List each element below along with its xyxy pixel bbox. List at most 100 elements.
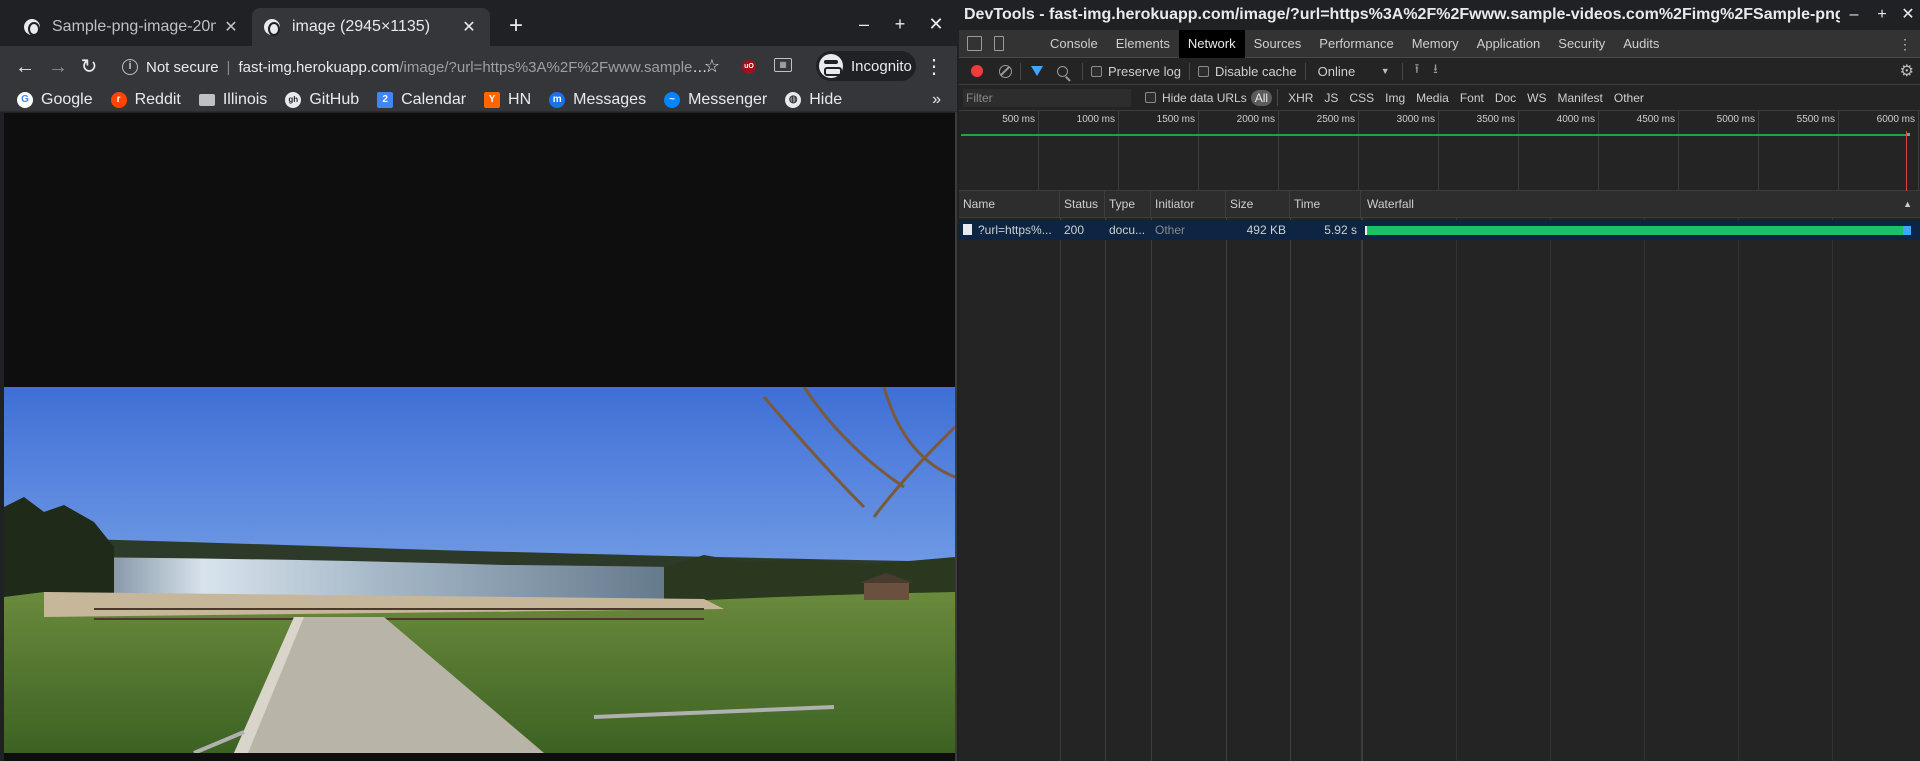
tab-network[interactable]: Network xyxy=(1178,29,1245,58)
column-type[interactable]: Type xyxy=(1105,191,1151,218)
filter-type-img[interactable]: Img xyxy=(1381,90,1409,106)
hide-data-urls-checkbox[interactable]: Hide data URLs xyxy=(1145,91,1247,105)
checkbox-box[interactable] xyxy=(1091,65,1102,77)
import-har-icon[interactable]: ⭱ xyxy=(1415,60,1420,82)
column-status[interactable]: Status xyxy=(1060,191,1105,218)
tab-elements[interactable]: Elements xyxy=(1107,30,1179,58)
bookmark-folder-illinois[interactable]: Illinois xyxy=(198,91,267,109)
minimize-button[interactable]: – xyxy=(846,10,882,38)
filter-type-manifest[interactable]: Manifest xyxy=(1554,90,1607,106)
devtools-maximize-button[interactable]: + xyxy=(1868,0,1896,30)
tab-security[interactable]: Security xyxy=(1549,30,1614,58)
filter-type-font[interactable]: Font xyxy=(1456,90,1488,106)
filter-type-css[interactable]: CSS xyxy=(1345,90,1378,106)
reload-button[interactable]: ↻ xyxy=(75,53,103,81)
bookmark-github[interactable]: gh GitHub xyxy=(285,91,359,109)
column-divider xyxy=(1226,218,1227,761)
request-name: ?url=https%... xyxy=(978,223,1052,237)
tab-sources[interactable]: Sources xyxy=(1245,30,1311,58)
filter-type-media[interactable]: Media xyxy=(1412,90,1453,106)
checkbox-box[interactable] xyxy=(1197,65,1209,77)
overview-load-line xyxy=(961,134,1906,136)
back-button[interactable]: ← xyxy=(11,53,39,81)
messages-icon: m xyxy=(549,91,566,108)
column-waterfall[interactable]: Waterfall ▲ xyxy=(1361,191,1920,218)
settings-gear-icon[interactable]: ⚙ xyxy=(1900,61,1914,81)
toolbar-divider xyxy=(1304,62,1306,80)
checkbox-box[interactable] xyxy=(1145,92,1156,103)
tab-image[interactable]: image (2945×1135) ✕ xyxy=(252,8,490,46)
security-label[interactable]: Not secure xyxy=(146,59,219,76)
column-divider xyxy=(1060,218,1061,761)
bookmark-label: Hide xyxy=(809,90,843,108)
maximize-button[interactable]: + xyxy=(882,10,918,38)
bookmark-calendar[interactable]: 2 Calendar xyxy=(377,91,466,109)
google-icon: G xyxy=(17,91,33,108)
bookmark-star-icon[interactable]: ☆ xyxy=(700,54,724,78)
bookmark-messenger[interactable]: ~ Messenger xyxy=(664,91,767,109)
new-tab-button[interactable]: + xyxy=(502,12,530,40)
waterfall-gridline xyxy=(1738,218,1739,761)
tab-memory[interactable]: Memory xyxy=(1403,30,1468,58)
bookmark-messages[interactable]: m Messages xyxy=(549,91,646,109)
network-overview[interactable]: 6000 ms 5500 ms 5000 ms 4500 ms 4000 ms 3500 … xyxy=(959,111,1920,191)
info-icon[interactable]: i xyxy=(122,59,138,75)
requests-table-header: Name Status Type Initiator Size Time Wat… xyxy=(959,191,1920,218)
filter-input[interactable] xyxy=(963,88,1131,107)
incognito-badge[interactable]: Incognito xyxy=(816,51,916,81)
filter-type-ws[interactable]: WS xyxy=(1523,90,1550,106)
filter-type-xhr[interactable]: XHR xyxy=(1284,90,1317,106)
browser-menu-icon[interactable]: ⋮ xyxy=(922,53,946,81)
devtools-close-button[interactable]: ✕ xyxy=(1894,0,1920,30)
tab-audits[interactable]: Audits xyxy=(1614,30,1668,58)
device-toolbar-icon[interactable] xyxy=(994,36,1004,51)
export-har-icon[interactable]: ⭳ xyxy=(1433,60,1438,82)
record-icon[interactable] xyxy=(971,65,983,77)
bookmark-google[interactable]: G Google xyxy=(17,91,93,109)
tab-console[interactable]: Console xyxy=(1041,30,1107,58)
devtools-inspect-tools xyxy=(959,36,1041,51)
bookmark-reddit[interactable]: r Reddit xyxy=(110,91,181,109)
overview-tick-label: 3500 ms xyxy=(1476,114,1515,125)
tab-application[interactable]: Application xyxy=(1468,30,1550,58)
overview-tick: 6000 ms xyxy=(1839,111,1919,191)
disable-cache-checkbox[interactable]: Disable cache xyxy=(1197,64,1297,79)
tab-sample-png[interactable]: Sample-png-image-20mb ✕ xyxy=(12,8,252,46)
request-name-cell[interactable]: ?url=https%... xyxy=(959,220,1060,240)
close-window-button[interactable]: ✕ xyxy=(918,10,954,38)
tab-performance[interactable]: Performance xyxy=(1310,30,1402,58)
table-row[interactable]: ?url=https%... 200 docu... Other 492 KB … xyxy=(959,220,1920,240)
column-initiator[interactable]: Initiator xyxy=(1151,191,1226,218)
filter-type-other[interactable]: Other xyxy=(1610,90,1648,106)
waterfall-gridline xyxy=(1644,218,1645,761)
bookmark-label: Messages xyxy=(573,90,647,108)
bookmark-hide[interactable]: ◍ Hide xyxy=(785,91,842,109)
column-time[interactable]: Time xyxy=(1290,191,1361,218)
url-text[interactable]: fast-img.herokuapp.com/image/?url=https%… xyxy=(238,59,708,76)
filter-bar: Hide data URLs All XHR JS CSS Img Media … xyxy=(959,85,1920,111)
bookmark-hn[interactable]: Y HN xyxy=(484,91,531,109)
filter-type-all[interactable]: All xyxy=(1250,89,1273,106)
filter-type-js[interactable]: JS xyxy=(1320,90,1342,106)
devtools-minimize-button[interactable]: – xyxy=(1840,0,1868,30)
tab-close-icon[interactable]: ✕ xyxy=(460,17,478,37)
toolbar-divider xyxy=(1020,62,1021,80)
column-name[interactable]: Name xyxy=(959,191,1060,218)
filter-type-doc[interactable]: Doc xyxy=(1491,90,1520,106)
throttling-select[interactable]: Online ▼ xyxy=(1318,64,1390,79)
column-size[interactable]: Size xyxy=(1226,191,1290,218)
filter-icon[interactable] xyxy=(1031,66,1043,76)
preserve-log-checkbox[interactable]: Preserve log xyxy=(1091,64,1181,79)
bookmark-label: HN xyxy=(508,90,532,108)
bookmarks-overflow-icon[interactable]: » xyxy=(932,88,941,112)
extension-icon[interactable]: ▦ xyxy=(774,58,792,72)
inspect-element-icon[interactable] xyxy=(967,36,982,51)
forward-button[interactable]: → xyxy=(44,53,72,81)
address-bar[interactable]: i Not secure | fast-img.herokuapp.com/im… xyxy=(112,51,732,83)
overview-tick-label: 1000 ms xyxy=(1076,114,1115,125)
search-icon[interactable] xyxy=(1057,65,1068,77)
ublock-extension-icon[interactable]: uO xyxy=(742,60,756,74)
tab-close-icon[interactable]: ✕ xyxy=(222,17,240,37)
devtools-menu-icon[interactable]: ⋮ xyxy=(1898,30,1912,58)
clear-icon[interactable] xyxy=(999,64,1012,78)
